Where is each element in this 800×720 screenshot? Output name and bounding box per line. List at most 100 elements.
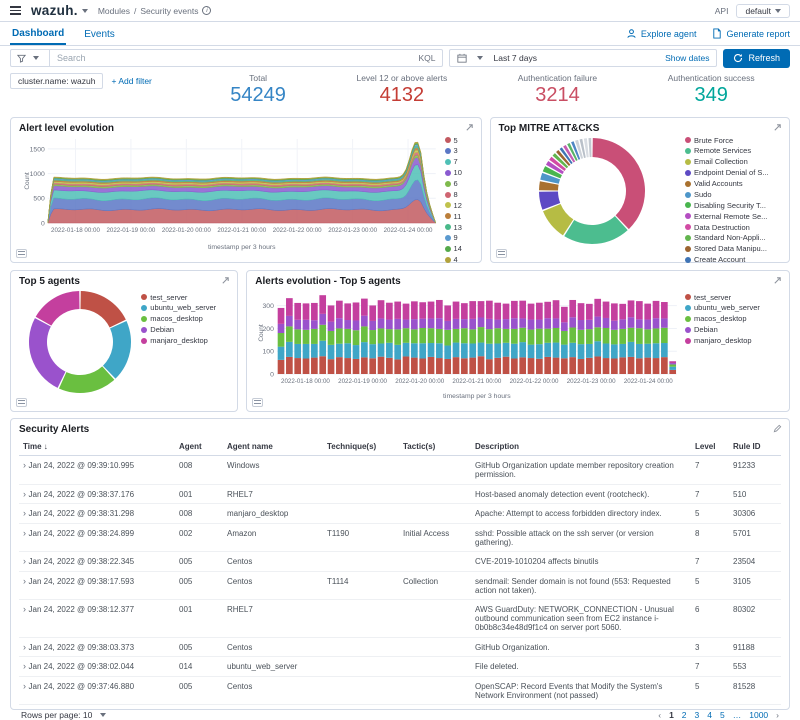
cell-technique[interactable] (323, 656, 399, 677)
legend-toggle-icon[interactable] (252, 398, 264, 407)
cell-rule-id[interactable]: 23504 (729, 551, 781, 572)
legend-toggle-icon[interactable] (495, 249, 507, 258)
saved-query-menu[interactable] (11, 50, 50, 66)
expand-row-icon[interactable]: › (23, 576, 29, 586)
pagination-page-1[interactable]: 1 (669, 710, 674, 720)
donut-chart-svg[interactable] (535, 134, 649, 248)
cell-agent-id[interactable]: 008 (175, 503, 223, 524)
pagination-page-3[interactable]: 3 (695, 710, 700, 720)
cell-technique[interactable] (323, 503, 399, 524)
add-filter-link[interactable]: + Add filter (111, 76, 151, 86)
expand-icon[interactable] (773, 123, 782, 135)
date-picker[interactable]: Last 7 days Show dates (449, 49, 718, 67)
column-header-level[interactable]: Level (691, 438, 729, 456)
cell-rule-id[interactable]: 553 (729, 656, 781, 677)
explore-agent-button[interactable]: Explore agent (626, 28, 696, 39)
pagination-page-4[interactable]: 4 (707, 710, 712, 720)
column-header-rule-id[interactable]: Rule ID (729, 438, 781, 456)
legend-item[interactable]: 12 (444, 201, 473, 210)
expand-row-icon[interactable]: › (23, 604, 29, 614)
search-input[interactable]: Search (50, 53, 418, 63)
legend-item[interactable]: 7 (444, 157, 473, 166)
tab-events[interactable]: Events (82, 24, 117, 44)
refresh-button[interactable]: Refresh (723, 48, 790, 68)
cell-rule-id[interactable]: 30306 (729, 503, 781, 524)
cell-technique[interactable]: T1114 (323, 571, 399, 600)
table-row[interactable]: › Jan 24, 2022 @ 09:38:17.593 005 Centos T1… (19, 571, 781, 600)
table-row[interactable]: › Jan 24, 2022 @ 09:38:22.345 005 Centos CV… (19, 551, 781, 572)
legend-item[interactable]: ubuntu_web_server (141, 303, 229, 312)
bar-chart[interactable]: 0 100 200 300 2022-01-18 00:00 2022-01-19 00:… (255, 287, 685, 404)
legend-item[interactable]: 8 (444, 190, 473, 199)
legend-item[interactable]: Stored Data Manipu... (685, 244, 781, 253)
legend-item[interactable]: manjaro_desktop (141, 336, 229, 345)
cell-rule-id[interactable]: 91233 (729, 455, 781, 485)
legend-item[interactable]: Create Account (685, 255, 781, 264)
legend-item[interactable]: 4 (444, 255, 473, 264)
column-header-agent-name[interactable]: Agent name (223, 438, 323, 456)
legend-item[interactable]: 5 (444, 136, 473, 145)
cell-technique[interactable] (323, 551, 399, 572)
legend-item[interactable]: Disabling Security T... (685, 201, 781, 210)
query-bar[interactable]: Search KQL (10, 49, 444, 67)
cell-agent-id[interactable]: 005 (175, 551, 223, 572)
legend-item[interactable]: macos_desktop (685, 314, 781, 323)
cell-agent-id[interactable]: 008 (175, 455, 223, 485)
legend-item[interactable]: ubuntu_web_server (685, 303, 781, 312)
top5-donut-chart[interactable] (19, 287, 141, 397)
table-row[interactable]: › Jan 24, 2022 @ 09:38:12.377 001 RHEL7 AWS… (19, 599, 781, 638)
legend-toggle-icon[interactable] (16, 398, 27, 407)
show-dates-link[interactable]: Show dates (665, 53, 709, 63)
legend-item[interactable]: Remote Services (685, 146, 781, 155)
table-row[interactable]: › Jan 24, 2022 @ 09:37:46.880 005 Centos Op… (19, 676, 781, 705)
table-row[interactable]: › Jan 24, 2022 @ 09:38:24.899 002 Amazon T1… (19, 523, 781, 552)
legend-item[interactable]: 9 (444, 233, 473, 242)
generate-report-button[interactable]: Generate report (712, 28, 790, 39)
tab-dashboard[interactable]: Dashboard (10, 23, 67, 45)
cell-agent-id[interactable]: 002 (175, 523, 223, 552)
legend-item[interactable]: Data Destruction (685, 223, 781, 232)
cell-agent-id[interactable]: 001 (175, 599, 223, 638)
legend-item[interactable]: 14 (444, 244, 473, 253)
pagination-page-1000[interactable]: 1000 (749, 710, 768, 720)
cell-rule-id[interactable]: 510 (729, 484, 781, 504)
legend-item[interactable]: Debian (141, 325, 229, 334)
table-row[interactable]: › Jan 24, 2022 @ 09:38:03.373 005 Centos Gi… (19, 637, 781, 657)
legend-item[interactable]: Valid Accounts (685, 179, 781, 188)
cell-rule-id[interactable]: 91188 (729, 637, 781, 657)
legend-item[interactable]: Sudo (685, 190, 781, 199)
cell-agent-id[interactable]: 005 (175, 571, 223, 600)
expand-row-icon[interactable]: › (23, 661, 29, 671)
api-selector[interactable]: default (736, 3, 790, 18)
donut-chart-svg[interactable] (25, 287, 135, 397)
area-chart[interactable]: 0 500 1000 1500 2022-01-18 00:00 2022-01-19 0… (19, 134, 445, 255)
legend-item[interactable]: 6 (444, 179, 473, 188)
expand-icon[interactable] (773, 276, 782, 288)
table-row[interactable]: › Jan 24, 2022 @ 09:38:31.298 008 manjaro_… (19, 503, 781, 524)
pagination-page-2[interactable]: 2 (682, 710, 687, 720)
rows-per-page-selector[interactable]: Rows per page: 10 (21, 710, 110, 720)
pagination-next-icon[interactable]: › (776, 710, 779, 720)
cell-technique[interactable] (323, 637, 399, 657)
legend-toggle-icon[interactable] (16, 249, 27, 258)
time-range-label[interactable]: Last 7 days (493, 53, 536, 63)
table-row[interactable]: › Jan 24, 2022 @ 09:38:37.176 001 RHEL7 Hos… (19, 484, 781, 504)
cell-technique[interactable] (323, 676, 399, 705)
cell-rule-id[interactable]: 3105 (729, 571, 781, 600)
cell-technique[interactable] (323, 599, 399, 638)
legend-item[interactable]: Standard Non-Appli... (685, 233, 781, 242)
column-header-agent[interactable]: Agent (175, 438, 223, 456)
pagination-page-…[interactable]: … (733, 710, 742, 720)
legend-item[interactable]: Endpoint Denial of S... (685, 168, 781, 177)
expand-icon[interactable] (221, 276, 230, 288)
legend-item[interactable]: Email Collection (685, 157, 781, 166)
expand-row-icon[interactable]: › (23, 460, 29, 470)
legend-item[interactable]: test_server (685, 293, 781, 302)
legend-item[interactable]: 13 (444, 223, 473, 232)
table-row[interactable]: › Jan 24, 2022 @ 09:39:10.995 008 Windows G… (19, 455, 781, 485)
cell-technique[interactable] (323, 455, 399, 485)
breadcrumb-modules[interactable]: Modules (98, 6, 130, 16)
info-icon[interactable]: i (202, 6, 212, 15)
column-header-description[interactable]: Description (471, 438, 691, 456)
cell-agent-id[interactable]: 014 (175, 656, 223, 677)
